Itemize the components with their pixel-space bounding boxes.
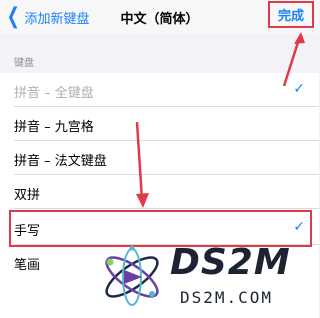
- list-item-jiugongge[interactable]: 拼音 – 九宫格: [0, 107, 319, 141]
- watermark-logo-text: DS2M: [170, 242, 291, 283]
- list-item-label: 拼音 – 法文键盘: [14, 154, 107, 169]
- list-item-label: 笔画: [14, 258, 41, 273]
- list-item-shuangpin[interactable]: 双拼: [0, 175, 319, 209]
- arrow-to-handwriting-icon: [135, 121, 149, 208]
- watermark: DS2M DS2M.COM: [96, 236, 319, 318]
- watermark-domain-text: DS2M.COM: [180, 288, 274, 307]
- section-header: 键盘: [14, 58, 34, 69]
- list-item-label: 双拼: [14, 188, 41, 203]
- divider: [14, 208, 319, 209]
- list-item-fawenjianpan[interactable]: 拼音 – 法文键盘: [0, 141, 319, 175]
- navigation-bar: ❮ 添加新键盘 中文（简体） 完成: [0, 0, 319, 34]
- done-button[interactable]: 完成: [278, 5, 304, 24]
- done-highlight-box: 完成: [268, 1, 314, 28]
- arrow-to-done-icon: [282, 32, 305, 87]
- list-item-label: 拼音 – 九宫格: [14, 120, 94, 135]
- list-item-label: 拼音 – 全键盘: [14, 86, 94, 101]
- atom-logo-icon: [105, 245, 159, 306]
